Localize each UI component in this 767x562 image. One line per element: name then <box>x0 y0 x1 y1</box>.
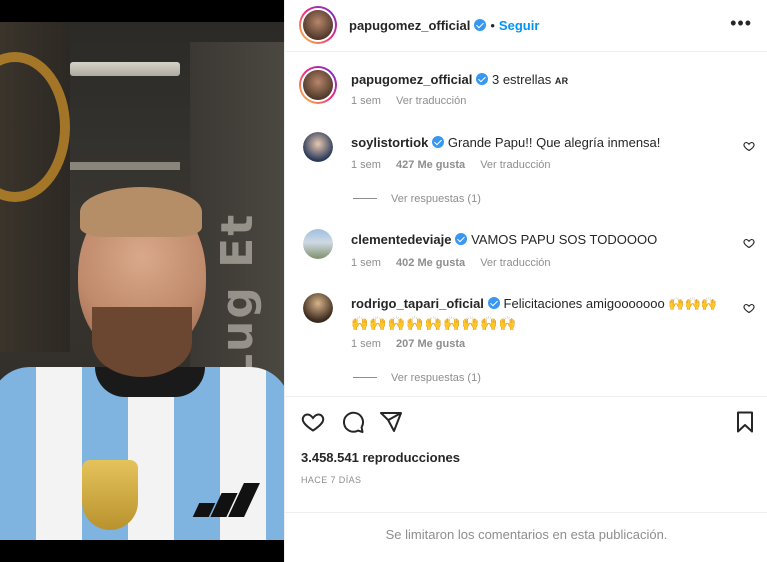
post-date[interactable]: HACE 7 DÍAS <box>301 475 361 485</box>
comment-meta: 1 sem 207 Me gusta <box>351 338 477 350</box>
comment-translate-link[interactable]: Ver traducción <box>480 159 550 171</box>
comment-like-heart-icon[interactable] <box>743 140 755 152</box>
header-title-row: papugomez_official • Seguir <box>349 17 539 35</box>
comment-username[interactable]: clementedeviaje <box>351 232 451 247</box>
comment-like-heart-icon[interactable] <box>743 302 755 314</box>
caption-translate-link[interactable]: Ver traducción <box>396 95 466 107</box>
comment-icon[interactable] <box>341 410 365 434</box>
ceiling-light <box>70 62 180 76</box>
view-replies-label: Ver respuestas (1) <box>391 193 481 205</box>
replies-divider <box>353 198 377 199</box>
comment-time: 1 sem <box>351 338 381 350</box>
comment-translate-link[interactable]: Ver traducción <box>480 257 550 269</box>
comment-username[interactable]: rodrigo_tapari_oficial <box>351 296 484 311</box>
verified-icon <box>455 233 468 245</box>
post-video[interactable]: Lug Et <box>0 0 284 562</box>
verified-icon <box>487 297 500 309</box>
separator-dot: • <box>490 18 495 33</box>
view-replies-label: Ver respuestas (1) <box>391 372 481 384</box>
view-replies-link[interactable]: Ver respuestas (1) <box>353 372 481 384</box>
comment-likes[interactable]: 402 Me gusta <box>396 257 465 269</box>
comment-likes[interactable]: 427 Me gusta <box>396 159 465 171</box>
comment-likes[interactable]: 207 Me gusta <box>396 338 465 350</box>
caption-time: 1 sem <box>351 95 381 107</box>
more-options-icon[interactable]: ••• <box>730 14 752 32</box>
comment-avatar[interactable] <box>303 132 333 162</box>
share-icon[interactable] <box>379 410 403 434</box>
champions-badge <box>82 460 138 530</box>
bookmark-icon[interactable] <box>733 410 757 434</box>
follow-button[interactable]: Seguir <box>499 18 539 33</box>
caption-username[interactable]: papugomez_official <box>351 72 472 87</box>
verified-icon <box>432 136 445 148</box>
brand-logo <box>190 477 260 517</box>
comments-limited-notice: Se limitaron los comentarios en esta pub… <box>285 512 767 562</box>
comment-text-row: soylistortiok Grande Papu!! Que alegría … <box>351 134 660 152</box>
caption-avatar[interactable] <box>299 66 337 104</box>
comment-time: 1 sem <box>351 159 381 171</box>
author-username[interactable]: papugomez_official <box>349 18 470 33</box>
video-frame: Lug Et <box>0 22 284 540</box>
caption-text-row: papugomez_official 3 estrellas AR <box>351 71 568 90</box>
view-count[interactable]: 3.458.541 reproducciones <box>301 450 460 465</box>
comment-username[interactable]: soylistortiok <box>351 135 428 150</box>
comment-text: Felicitaciones amigooooooo 🙌🙌🙌 <box>503 296 717 311</box>
post-header: papugomez_official • Seguir ••• <box>285 0 767 52</box>
comment-meta: 1 sem 402 Me gusta Ver traducción <box>351 257 563 269</box>
player-hair <box>80 187 202 237</box>
actions-divider <box>285 396 767 397</box>
comment-text-row: rodrigo_tapari_oficial Felicitaciones am… <box>351 295 717 313</box>
wall-lettering: Lug Et <box>212 212 263 382</box>
caption-text: 3 estrellas <box>491 72 552 87</box>
comment-text: VAMOS PAPU SOS TODOOOO <box>471 232 658 247</box>
view-replies-link[interactable]: Ver respuestas (1) <box>353 193 481 205</box>
comment-time: 1 sem <box>351 257 381 269</box>
flag-ar-icon: AR <box>554 76 569 86</box>
comment-avatar[interactable] <box>303 229 333 259</box>
comment-avatar[interactable] <box>303 293 333 323</box>
verified-icon <box>476 73 489 85</box>
comment-meta: 1 sem 427 Me gusta Ver traducción <box>351 159 563 171</box>
like-heart-icon[interactable] <box>301 410 325 434</box>
comment-text-row: clementedeviaje VAMOS PAPU SOS TODOOOO <box>351 231 657 249</box>
player-beard <box>92 307 192 377</box>
replies-divider <box>353 377 377 378</box>
caption-meta: 1 sem Ver traducción <box>351 95 478 107</box>
comment-text: Grande Papu!! Que alegría inmensa! <box>447 135 661 150</box>
comment-text-continued: 🙌🙌🙌🙌🙌🙌🙌🙌🙌 <box>351 315 517 331</box>
post-panel: papugomez_official • Seguir ••• papugomez_… <box>284 0 767 562</box>
verified-icon <box>474 19 487 31</box>
comment-like-heart-icon[interactable] <box>743 237 755 249</box>
author-avatar[interactable] <box>299 6 337 44</box>
locker-shelf <box>70 162 180 170</box>
